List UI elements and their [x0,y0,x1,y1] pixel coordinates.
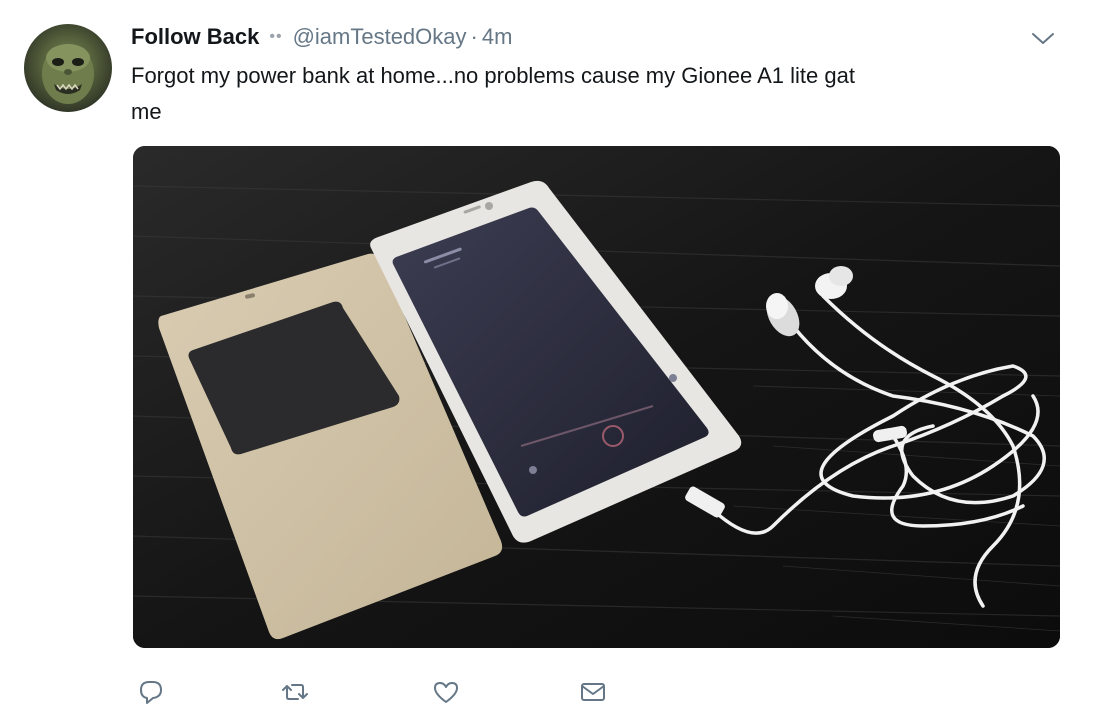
envelope-icon[interactable] [575,674,611,710]
reply-icon[interactable] [133,674,169,710]
author-badge: •• [269,28,283,45]
tweet-card: Follow Back •• @iamTestedOkay · 4m Forgo… [0,0,1120,722]
tweet-text: Forgot my power bank at home...no proble… [131,58,1011,130]
tweet-photo[interactable] [133,146,1060,648]
author-handle[interactable]: @iamTestedOkay [293,24,467,50]
author-name[interactable]: Follow Back [131,24,259,50]
header-separator: · [470,24,478,49]
retweet-icon[interactable] [277,674,313,710]
chevron-down-icon[interactable] [1030,28,1056,48]
tweet-text-line: me [131,99,162,124]
heart-icon[interactable] [428,674,464,710]
avatar[interactable] [24,24,112,112]
tweet-timestamp[interactable]: 4m [482,24,513,50]
tweet-header: Follow Back •• @iamTestedOkay · 4m [131,22,512,52]
tweet-text-line: Forgot my power bank at home...no proble… [131,63,855,88]
